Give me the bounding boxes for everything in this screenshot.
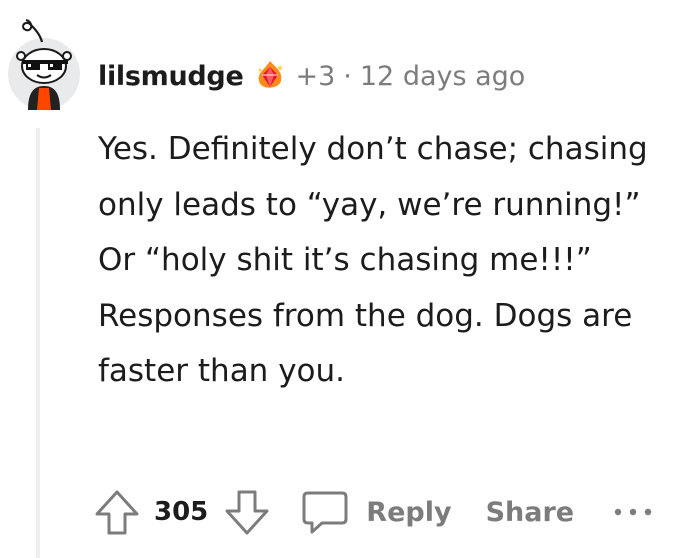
meta-separator: ·: [343, 60, 352, 92]
reply-label: Reply: [366, 496, 452, 528]
thread-line[interactable]: [36, 128, 40, 558]
speech-bubble-icon: [302, 491, 348, 534]
more-options-button[interactable]: [612, 502, 654, 522]
more-dots-icon: [614, 508, 652, 516]
upvote-arrow-icon: [95, 490, 139, 535]
downvote-button[interactable]: [222, 487, 272, 537]
comment-body: Yes. Definitely don’t chase; chasing onl…: [98, 122, 678, 400]
comment-header: lilsmudge +3 · 12 days ago: [98, 56, 525, 96]
share-button[interactable]: Share: [486, 497, 575, 528]
fire-gem-award-icon[interactable]: [253, 59, 287, 93]
timestamp[interactable]: 12 days ago: [360, 61, 525, 92]
username[interactable]: lilsmudge: [98, 61, 244, 92]
points-count: +3: [295, 60, 336, 92]
comment-actions: 305 Reply Share: [92, 484, 654, 540]
upvote-button[interactable]: [92, 487, 142, 537]
snoo-avatar-icon: [8, 19, 80, 110]
avatar[interactable]: [4, 12, 84, 112]
comment-meta: +3 · 12 days ago: [295, 61, 525, 92]
vote-score: 305: [154, 497, 209, 527]
comment-text: Yes. Definitely don’t chase; chasing onl…: [98, 131, 648, 389]
downvote-arrow-icon: [225, 490, 269, 535]
reply-button[interactable]: Reply: [300, 487, 452, 537]
